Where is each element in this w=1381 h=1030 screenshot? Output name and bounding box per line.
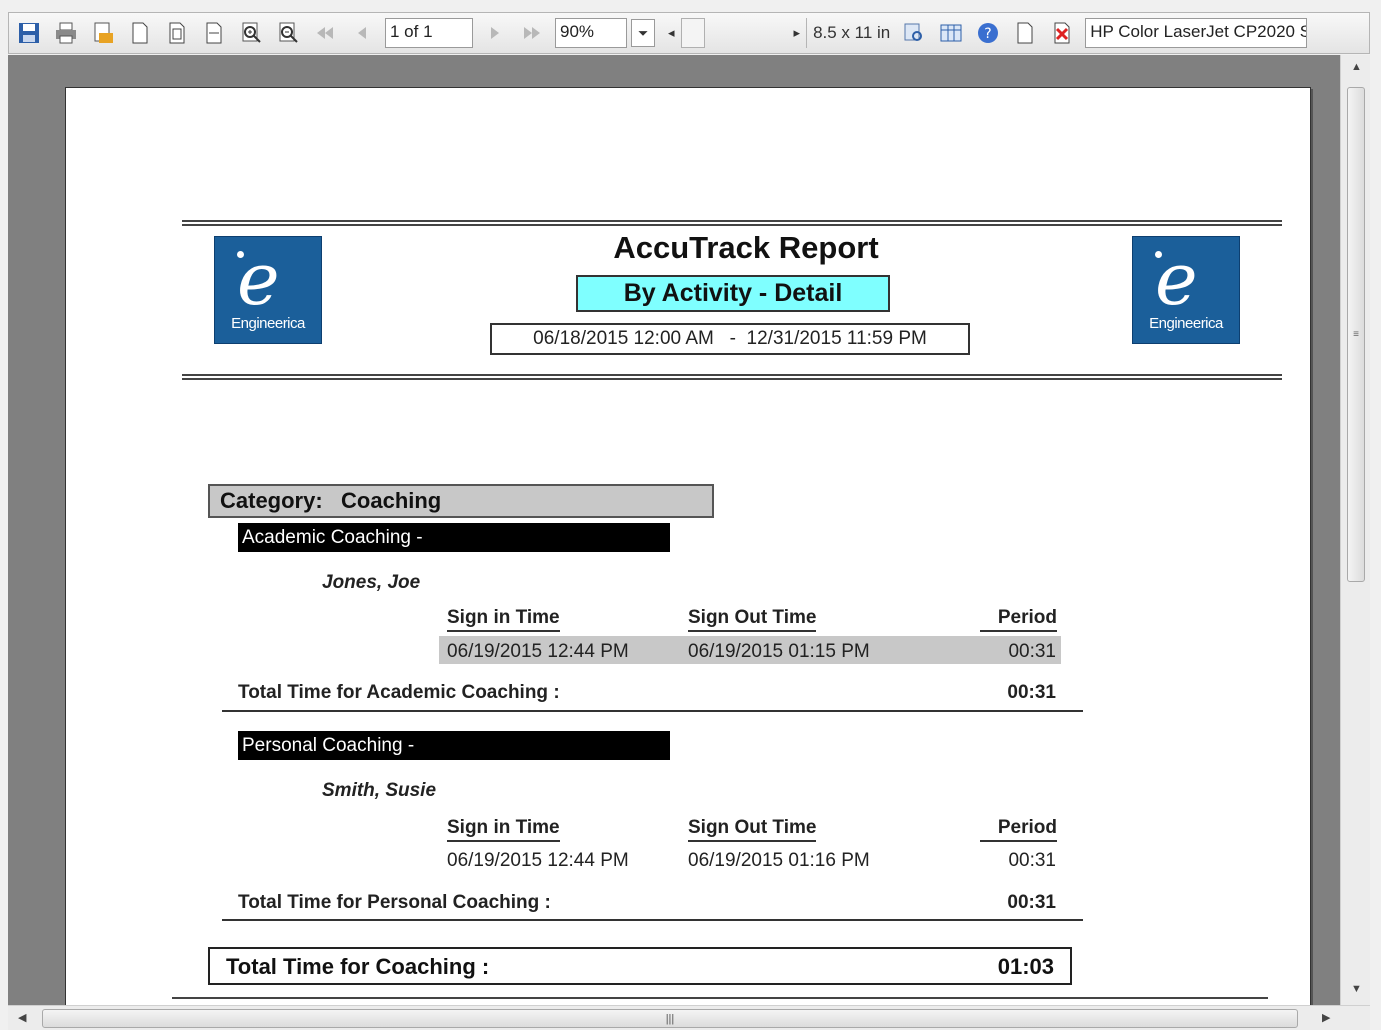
category-total-value: 01:03 — [997, 954, 1054, 979]
sign-out-value: 06/19/2015 01:15 PM — [688, 641, 870, 662]
report-viewer-window: 1 of 1 90% ◂ ▸ 8.5 x 11 in ? HP Color La… — [0, 0, 1381, 1030]
single-page-icon[interactable] — [163, 19, 191, 47]
first-page-icon[interactable] — [311, 19, 339, 47]
zoom-input[interactable]: 90% — [555, 18, 627, 48]
zoom-in-icon[interactable] — [237, 19, 265, 47]
svg-text:?: ? — [985, 26, 992, 42]
report-title: AccuTrack Report — [613, 230, 879, 265]
vertical-scroll-thumb[interactable]: ≡ — [1347, 87, 1365, 582]
activity-divider — [222, 710, 1083, 712]
col-sign-in: Sign in Time — [447, 607, 560, 632]
last-page-icon[interactable] — [518, 19, 546, 47]
company-logo-right: e Engineerica — [1132, 236, 1240, 344]
export-icon[interactable] — [89, 19, 117, 47]
sign-in-value: 06/19/2015 12:44 PM — [447, 641, 629, 662]
page-setup-icon[interactable] — [126, 19, 154, 47]
table-icon[interactable] — [937, 19, 965, 47]
scroll-up-icon[interactable]: ▲ — [1351, 61, 1362, 73]
grip-icon: ≡ — [1353, 329, 1359, 340]
report-subtitle: By Activity - Detail — [576, 275, 890, 312]
activity-total-label: Total Time for Personal Coaching : — [238, 892, 551, 913]
period-value: 00:31 — [1008, 641, 1056, 662]
col-sign-out: Sign Out Time — [688, 817, 817, 842]
paper-size-label: 8.5 x 11 in — [813, 23, 891, 42]
report-toolbar: 1 of 1 90% ◂ ▸ 8.5 x 11 in ? HP Color La… — [8, 12, 1370, 54]
col-sign-out: Sign Out Time — [688, 607, 817, 632]
close-icon[interactable] — [1048, 19, 1076, 47]
zoom-slider-right-arrow[interactable]: ▸ — [794, 25, 801, 41]
horizontal-scroll-thumb[interactable]: ||| — [42, 1009, 1298, 1028]
col-period: Period — [980, 607, 1057, 632]
report-page: e Engineerica e Engineerica AccuTrack Re… — [65, 87, 1311, 1005]
page-number-input[interactable]: 1 of 1 — [385, 18, 473, 48]
period-value: 00:31 — [1008, 850, 1056, 871]
col-period: Period — [980, 817, 1057, 842]
activity-header: Academic Coaching - — [238, 523, 670, 552]
activity-total-value: 00:31 — [1007, 682, 1056, 703]
grip-icon: ||| — [665, 1012, 675, 1025]
activity-total-value: 00:31 — [1007, 892, 1056, 913]
page-width-icon[interactable] — [200, 19, 228, 47]
help-icon[interactable]: ? — [974, 19, 1002, 47]
company-logo-left: e Engineerica — [214, 236, 322, 344]
document-icon[interactable] — [1011, 19, 1039, 47]
zoom-slider-thumb[interactable] — [680, 18, 705, 48]
print-icon[interactable] — [52, 19, 80, 47]
scroll-left-icon[interactable]: ◀ — [18, 1011, 26, 1024]
find-icon[interactable] — [900, 19, 928, 47]
zoom-slider-left-arrow[interactable]: ◂ — [668, 25, 675, 41]
horizontal-scrollbar[interactable]: ◀ ||| ▶ — [8, 1005, 1370, 1030]
printer-select[interactable]: HP Color LaserJet CP2020 S — [1085, 18, 1308, 48]
person-name: Jones, Joe — [322, 572, 421, 593]
person-name: Smith, Susie — [322, 780, 437, 801]
category-total-box: Total Time for Coaching : 01:03 — [208, 947, 1072, 985]
zoom-dropdown-icon[interactable] — [631, 19, 655, 47]
date-range: 06/18/2015 12:00 AM - 12/31/2015 11:59 P… — [490, 323, 970, 355]
scroll-right-icon[interactable]: ▶ — [1322, 1011, 1330, 1024]
activity-divider — [222, 919, 1083, 921]
category-header: Category: Coaching — [208, 484, 714, 518]
next-page-icon[interactable] — [481, 19, 509, 47]
activity-total-label: Total Time for Academic Coaching : — [238, 682, 560, 703]
zoom-out-icon[interactable] — [274, 19, 302, 47]
previous-page-icon[interactable] — [348, 19, 376, 47]
save-icon[interactable] — [15, 19, 43, 47]
col-sign-in: Sign in Time — [447, 817, 560, 842]
vertical-scrollbar[interactable]: ▲ ≡ ▼ — [1340, 55, 1370, 1005]
sign-out-value: 06/19/2015 01:16 PM — [688, 850, 870, 871]
header-top-rule — [182, 220, 1282, 226]
sign-in-value: 06/19/2015 12:44 PM — [447, 850, 629, 871]
report-preview-area[interactable]: e Engineerica e Engineerica AccuTrack Re… — [8, 55, 1340, 1005]
scroll-down-icon[interactable]: ▼ — [1351, 983, 1362, 995]
toolbar-separator — [806, 18, 808, 48]
category-total-label: Total Time for Coaching : — [226, 954, 490, 979]
header-bottom-rule — [182, 374, 1282, 380]
activity-header: Personal Coaching - — [238, 731, 670, 760]
footer-rule — [172, 997, 1268, 999]
